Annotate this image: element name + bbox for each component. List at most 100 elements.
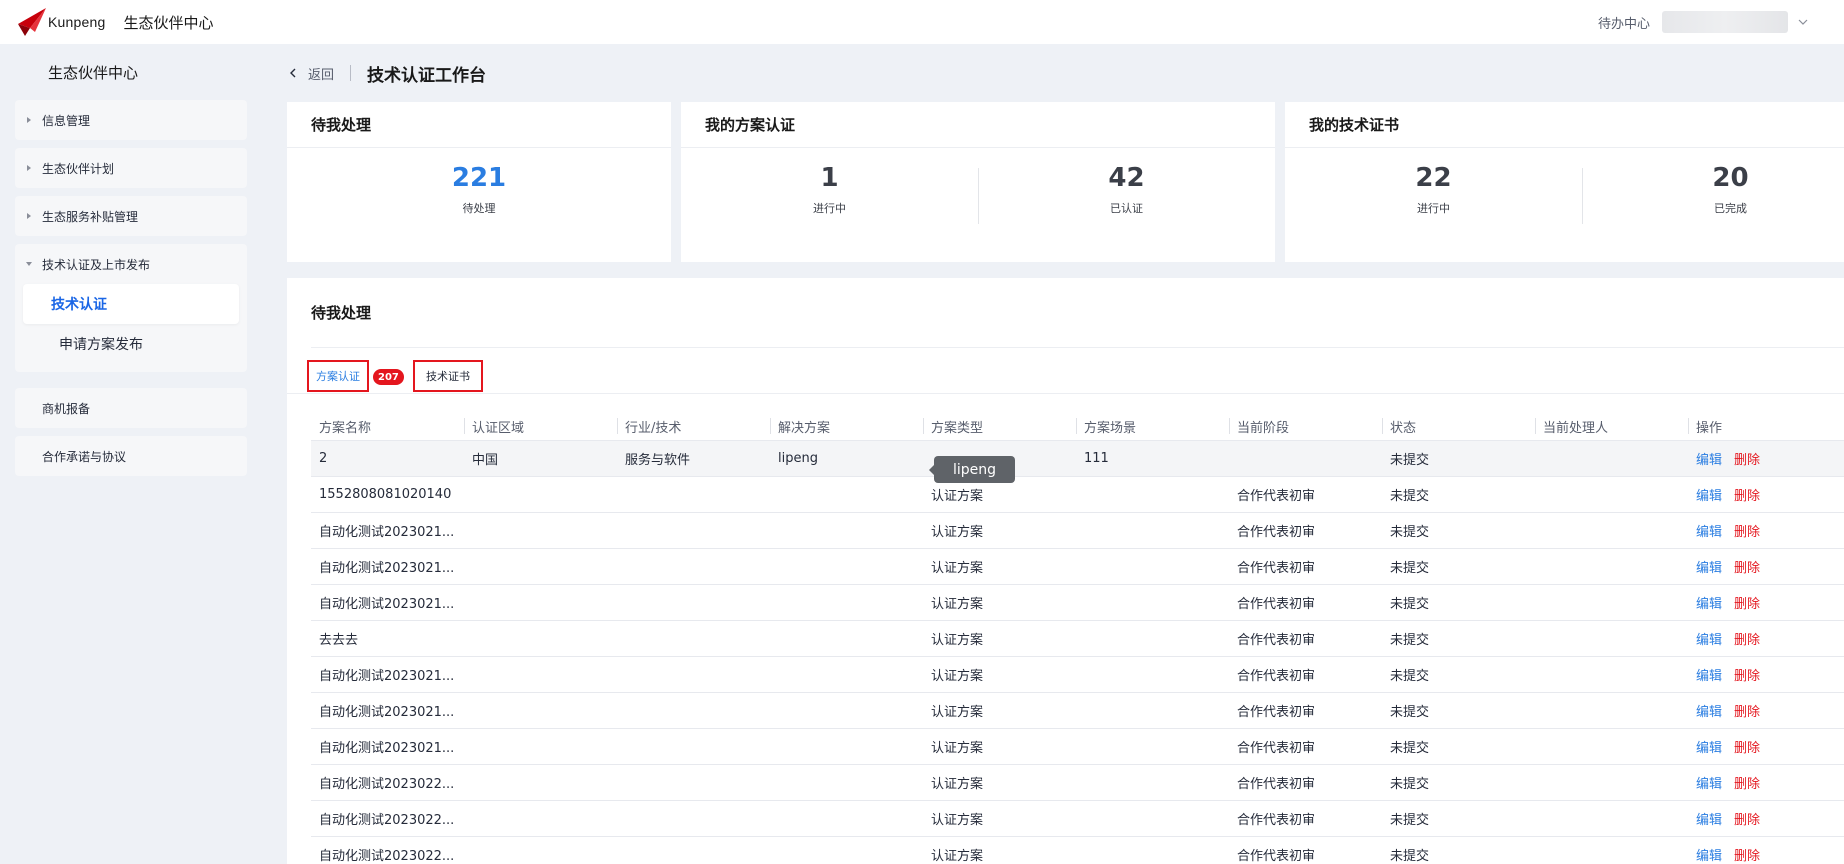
- sidebar-item-tech-cert-release[interactable]: 技术认证及上市发布: [15, 244, 247, 284]
- edit-button[interactable]: 编辑: [1696, 701, 1722, 720]
- stat-value[interactable]: 22: [1415, 162, 1451, 194]
- table-cell: 自动化测试2023021...: [311, 693, 464, 729]
- delete-button[interactable]: 删除: [1734, 809, 1760, 828]
- delete-button[interactable]: 删除: [1734, 665, 1760, 684]
- stat-value[interactable]: 42: [1108, 162, 1144, 194]
- delete-button[interactable]: 删除: [1734, 629, 1760, 648]
- cell-text: 自动化测试2023021...: [319, 525, 455, 540]
- tab-tech-cert[interactable]: 技术证书: [413, 360, 483, 392]
- edit-button[interactable]: 编辑: [1696, 449, 1722, 468]
- user-menu[interactable]: [1662, 11, 1788, 33]
- edit-button[interactable]: 编辑: [1696, 665, 1722, 684]
- stat-completed[interactable]: 20 已完成: [1582, 148, 1844, 261]
- stat-in-progress[interactable]: 1 进行中: [681, 148, 978, 261]
- table-row[interactable]: 自动化测试2023022... 认证方案 合作代表初审 未提交 编辑 删除: [311, 800, 1844, 836]
- top-bar: Kunpeng 生态伙伴中心 待办中心: [0, 0, 1844, 44]
- sidebar-item-partner-plan[interactable]: 生态伙伴计划: [15, 148, 247, 188]
- stat-value[interactable]: 20: [1712, 162, 1748, 194]
- delete-button[interactable]: 删除: [1734, 521, 1760, 540]
- edit-button[interactable]: 编辑: [1696, 593, 1722, 612]
- stat-label: 待处理: [462, 202, 496, 215]
- edit-button[interactable]: 编辑: [1696, 485, 1722, 504]
- table-cell: 自动化测试2023022...: [311, 837, 464, 864]
- todo-center-link[interactable]: 待办中心: [1598, 13, 1650, 32]
- tab-solution-cert[interactable]: 方案认证: [307, 360, 369, 392]
- table-row[interactable]: 自动化测试2023021... 认证方案 合作代表初审 未提交 编辑 删除: [311, 512, 1844, 548]
- table-cell: 认证方案: [923, 549, 1076, 585]
- table-cell: [1535, 441, 1688, 477]
- cell-text: 认证方案: [931, 633, 984, 648]
- table-row[interactable]: 自动化测试2023021... 认证方案 合作代表初审 未提交 编辑 删除: [311, 692, 1844, 728]
- edit-button[interactable]: 编辑: [1696, 845, 1722, 864]
- delete-button[interactable]: 删除: [1734, 845, 1760, 864]
- sidebar-item-commitment-agreement[interactable]: 合作承诺与协议: [15, 436, 247, 476]
- cell-text: 未提交: [1390, 849, 1430, 864]
- stat-pending[interactable]: 221 待处理: [287, 148, 671, 261]
- stat-value[interactable]: 1: [820, 162, 838, 194]
- sidebar-group-opportunity[interactable]: 商机报备: [15, 388, 247, 428]
- stat-certified[interactable]: 42 已认证: [978, 148, 1275, 261]
- delete-button[interactable]: 删除: [1734, 701, 1760, 720]
- chevron-down-icon[interactable]: [1798, 17, 1808, 27]
- table-row[interactable]: 自动化测试2023021... 认证方案 合作代表初审 未提交 编辑 删除: [311, 656, 1844, 692]
- table-row[interactable]: 去去去 认证方案 合作代表初审 未提交 编辑 删除: [311, 620, 1844, 656]
- table-cell: 未提交: [1382, 657, 1535, 693]
- page-title: 技术认证工作台: [367, 65, 487, 86]
- kunpeng-logo-icon: [18, 8, 46, 36]
- table-row[interactable]: 1552808081020140 认证方案 合作代表初审 未提交 编辑 删除: [311, 476, 1844, 512]
- sidebar-item-tech-cert[interactable]: 技术认证: [23, 284, 239, 324]
- edit-button[interactable]: 编辑: [1696, 773, 1722, 792]
- edit-button[interactable]: 编辑: [1696, 557, 1722, 576]
- sidebar-item-opportunity-report[interactable]: 商机报备: [15, 388, 247, 428]
- table-cell: 未提交: [1382, 441, 1535, 477]
- table-row[interactable]: 2 中国 服务与软件 lipeng 111 未提交 编辑 删除: [311, 440, 1844, 476]
- delete-button[interactable]: 删除: [1734, 773, 1760, 792]
- edit-button[interactable]: 编辑: [1696, 629, 1722, 648]
- table-row[interactable]: 自动化测试2023021... 认证方案 合作代表初审 未提交 编辑 删除: [311, 728, 1844, 764]
- table-cell: [1076, 693, 1229, 729]
- sidebar-item-label: 生态伙伴计划: [42, 161, 115, 176]
- table-cell: 未提交: [1382, 585, 1535, 621]
- delete-button[interactable]: 删除: [1734, 593, 1760, 612]
- table-cell: 认证方案: [923, 801, 1076, 837]
- logo[interactable]: Kunpeng: [16, 6, 105, 38]
- edit-button[interactable]: 编辑: [1696, 521, 1722, 540]
- table-cell: [617, 585, 770, 621]
- delete-button[interactable]: 删除: [1734, 737, 1760, 756]
- sidebar-item-label: 信息管理: [42, 113, 91, 128]
- breadcrumb-divider: [350, 65, 352, 81]
- cell-text: 认证方案: [931, 489, 984, 504]
- sidebar-group-subsidy[interactable]: 生态服务补贴管理: [15, 196, 247, 236]
- chevron-left-icon[interactable]: [288, 68, 298, 78]
- sidebar-item-subsidy-management[interactable]: 生态服务补贴管理: [15, 196, 247, 236]
- table-row[interactable]: 自动化测试2023022... 认证方案 合作代表初审 未提交 编辑 删除: [311, 764, 1844, 800]
- delete-button[interactable]: 删除: [1734, 485, 1760, 504]
- sidebar-group-info[interactable]: 信息管理: [15, 100, 247, 140]
- cell-text: 未提交: [1390, 777, 1430, 792]
- delete-button[interactable]: 删除: [1734, 449, 1760, 468]
- edit-button[interactable]: 编辑: [1696, 809, 1722, 828]
- sidebar-item-info-management[interactable]: 信息管理: [15, 100, 247, 140]
- table-cell: 合作代表初审: [1229, 801, 1382, 837]
- table-cell: [464, 513, 617, 549]
- stat-value[interactable]: 221: [452, 162, 506, 194]
- sidebar-group-agreement[interactable]: 合作承诺与协议: [15, 436, 247, 476]
- edit-button[interactable]: 编辑: [1696, 737, 1722, 756]
- table-cell: 合作代表初审: [1229, 693, 1382, 729]
- table-row[interactable]: 自动化测试2023021... 认证方案 合作代表初审 未提交 编辑 删除: [311, 548, 1844, 584]
- table-row[interactable]: 自动化测试2023022... 认证方案 合作代表初审 未提交 编辑 删除: [311, 836, 1844, 864]
- cell-text: 认证方案: [931, 777, 984, 792]
- count-badge: 207: [373, 369, 404, 385]
- sidebar-item-apply-release[interactable]: 申请方案发布: [23, 324, 239, 364]
- table-cell: [464, 621, 617, 657]
- back-link[interactable]: 返回: [308, 64, 334, 83]
- app-title[interactable]: 生态伙伴中心: [123, 12, 213, 33]
- cell-text: 自动化测试2023021...: [319, 597, 455, 612]
- stat-in-progress[interactable]: 22 进行中: [1285, 148, 1582, 261]
- table-cell: [464, 657, 617, 693]
- sidebar-group-partner-plan[interactable]: 生态伙伴计划: [15, 148, 247, 188]
- cell-text: 未提交: [1390, 453, 1430, 468]
- table-row[interactable]: 自动化测试2023021... 认证方案 合作代表初审 未提交 编辑 删除: [311, 584, 1844, 620]
- delete-button[interactable]: 删除: [1734, 557, 1760, 576]
- sidebar-item-label: 技术认证: [51, 297, 107, 313]
